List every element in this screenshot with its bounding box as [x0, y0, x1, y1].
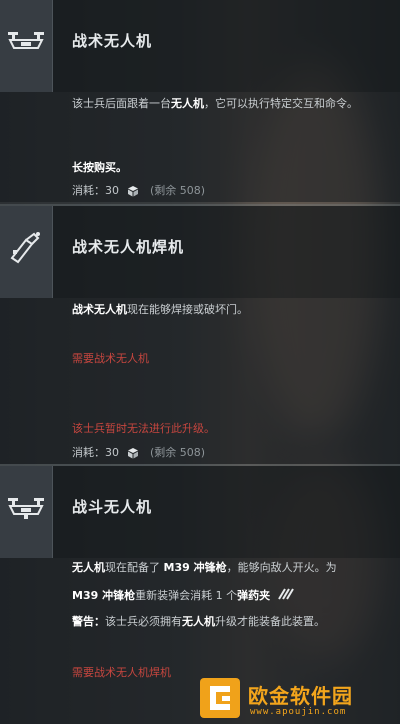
upgrade-description: 该士兵后面跟着一台无人机，它可以执行特定交互和命令。 — [72, 97, 358, 110]
upgrade-description: 战术无人机现在能够焊接或破坏门。 — [72, 303, 248, 316]
drone-icon-box — [0, 0, 53, 92]
upgrade-description-line2: M39 冲锋枪重新装弹会消耗 1 个弹药夹 — [72, 586, 392, 606]
upgrade-body-tactical-drone: 该士兵后面跟着一台无人机，它可以执行特定交互和命令。 长按购买。 消耗：30 (… — [0, 92, 400, 202]
cost-row: 消耗：30 (剩余 508) — [72, 184, 206, 197]
supply-cube-icon — [127, 186, 138, 197]
unavailable-warning: 该士兵暂时无法进行此升级。 — [72, 422, 215, 435]
drone-icon — [8, 32, 44, 49]
requirement-text: 需要战术无人机 — [72, 352, 149, 365]
ammo-clip-icon — [277, 588, 294, 600]
upgrade-warning-line: 警告：该士兵必须拥有无人机升级才能装备此装置。 — [72, 615, 325, 628]
combat-drone-icon-box — [0, 466, 53, 558]
watermark-url: www.apoujin.com — [250, 707, 347, 717]
supply-cube-icon — [127, 448, 138, 459]
upgrade-title: 战斗无人机 — [72, 498, 153, 516]
upgrade-title: 战术无人机焊机 — [72, 238, 185, 256]
cost-row: 消耗：30 (剩余 508) — [72, 446, 206, 459]
upgrade-header-tactical-drone[interactable]: 战术无人机 — [0, 0, 400, 92]
upgrade-title: 战术无人机 — [72, 32, 153, 50]
requirement-text: 需要战术无人机焊机 — [72, 666, 171, 679]
upgrade-header-combat-drone[interactable]: 战斗无人机 — [0, 466, 400, 558]
purchase-hint: 长按购买。 — [72, 161, 127, 174]
watermark: 欧金软件园 www.apoujin.com — [196, 674, 400, 724]
combat-drone-icon — [8, 498, 44, 519]
welder-icon — [10, 232, 40, 264]
watermark-name: 欧金软件园 — [248, 684, 353, 708]
upgrade-description-line1: 无人机现在配备了 M39 冲锋枪，能够向敌人开火。为 — [72, 561, 337, 574]
upgrade-header-drone-welder[interactable]: 战术无人机焊机 — [0, 206, 400, 298]
welder-icon-box — [0, 206, 53, 298]
upgrade-body-drone-welder: 战术无人机现在能够焊接或破坏门。 需要战术无人机 该士兵暂时无法进行此升级。 消… — [0, 298, 400, 464]
watermark-logo — [200, 678, 240, 718]
